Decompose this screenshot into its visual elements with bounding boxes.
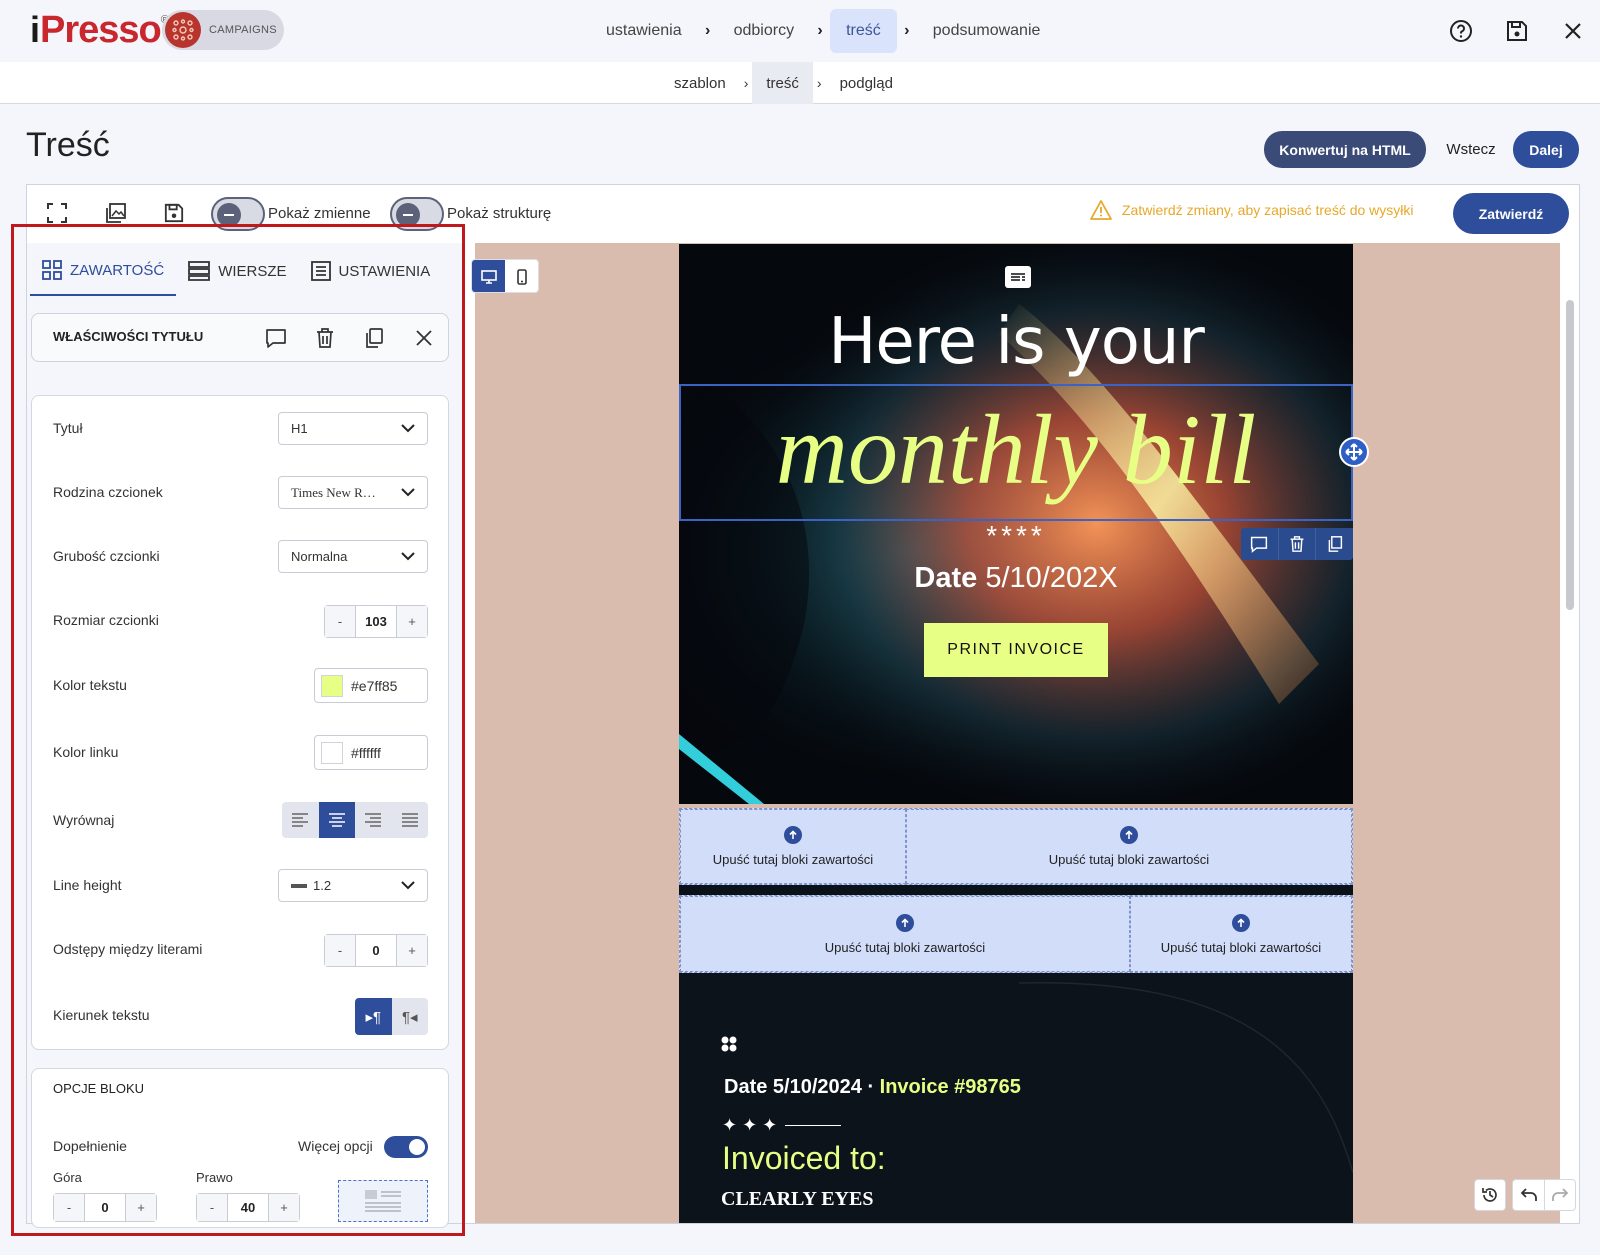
highlight-frame (11, 224, 465, 1236)
save-icon[interactable] (1504, 18, 1530, 44)
upload-arrow-icon (1232, 913, 1250, 932)
main-steps: ustawienia › odbiorcy › treść › podsumow… (590, 9, 1056, 53)
upload-arrow-icon (784, 826, 802, 844)
campaigns-badge[interactable]: CAMPAIGNS (162, 10, 284, 50)
drop-zone[interactable]: Upuść tutaj bloki zawartości (680, 896, 1130, 972)
image-gallery-icon[interactable] (103, 200, 129, 226)
convert-html-button[interactable]: Konwertuj na HTML (1264, 131, 1426, 168)
back-button[interactable]: Wstecz (1440, 131, 1502, 168)
upload-arrow-icon (1120, 826, 1138, 844)
step-odbiorcy[interactable]: odbiorcy (718, 9, 810, 53)
hero-date: Date 5/10/202X (914, 562, 1118, 594)
structure-toggle-label: Pokaż strukturę (447, 205, 552, 222)
invoice-date: Date 5/10/2024 · Invoice #98765 (724, 1076, 1021, 1098)
drop-row-1: Upuść tutaj bloki zawartości Upuść tutaj… (679, 808, 1353, 885)
warning-text: Zatwierdź zmiany, aby zapisać treść do w… (1122, 202, 1414, 218)
hero-line-2[interactable]: monthly bill (679, 390, 1353, 510)
divider-line (785, 1125, 842, 1126)
help-icon[interactable] (1448, 18, 1474, 44)
substep-podglad[interactable]: podgląd (826, 62, 907, 104)
substep-tresc[interactable]: treść (752, 62, 813, 104)
drop-row-2: Upuść tutaj bloki zawartości Upuść tutaj… (679, 895, 1353, 973)
unsaved-warning: Zatwierdź zmiany, aby zapisać treść do w… (1090, 200, 1414, 220)
chevron-right-icon: › (904, 22, 910, 39)
history-icon[interactable] (1474, 1179, 1506, 1211)
hero-line-1[interactable]: Here is your (679, 305, 1353, 379)
heading-block-icon (1005, 266, 1031, 288)
step-podsumowanie[interactable]: podsumowanie (917, 9, 1057, 53)
company-name: CLEARLY EYES (721, 1188, 874, 1210)
drop-zone[interactable]: Upuść tutaj bloki zawartości (906, 809, 1352, 884)
chevron-right-icon: › (704, 22, 711, 39)
fullscreen-icon[interactable] (44, 200, 70, 226)
print-invoice-button[interactable]: PRINT INVOICE (924, 623, 1108, 677)
undo-icon[interactable] (1512, 1179, 1544, 1211)
redo-icon[interactable] (1544, 1179, 1576, 1211)
chevron-right-icon: › (743, 75, 749, 91)
desktop-icon[interactable] (472, 260, 505, 292)
step-ustawienia[interactable]: ustawienia (590, 9, 698, 53)
drop-zone[interactable]: Upuść tutaj bloki zawartości (680, 809, 906, 884)
top-actions (1448, 18, 1586, 44)
next-button[interactable]: Dalej (1513, 131, 1579, 168)
campaigns-icon (165, 12, 201, 48)
hero-stars: **** (986, 520, 1046, 551)
logo-dots-icon (720, 1035, 738, 1053)
confirm-button[interactable]: Zatwierdź (1453, 193, 1569, 234)
row-separator (679, 885, 1353, 895)
device-preview-toggle (471, 259, 539, 293)
sub-steps: szablon › treść › podgląd (660, 62, 907, 104)
chevron-right-icon: › (816, 75, 822, 91)
invoice-number: Invoice #98765 (879, 1076, 1021, 1098)
substep-szablon[interactable]: szablon (660, 62, 740, 104)
move-handle-icon[interactable] (1339, 437, 1369, 467)
canvas-scrollbar[interactable] (1566, 300, 1574, 610)
drop-zone[interactable]: Upuść tutaj bloki zawartości (1130, 896, 1352, 972)
upload-arrow-icon (896, 913, 914, 932)
variables-toggle-label: Pokaż zmienne (268, 205, 371, 222)
warning-icon (1090, 200, 1112, 220)
step-tresc[interactable]: treść (830, 9, 897, 53)
save-template-icon[interactable] (161, 200, 187, 226)
mobile-icon[interactable] (505, 260, 538, 292)
invoice-stars: ✦ ✦ ✦ (722, 1115, 842, 1136)
close-icon[interactable] (1560, 18, 1586, 44)
page-title: Treść (26, 126, 110, 164)
history-controls (1474, 1179, 1576, 1211)
chevron-right-icon: › (817, 22, 823, 39)
ipresso-logo[interactable]: i Presso ® (30, 8, 169, 52)
invoiced-to-heading: Invoiced to: (722, 1140, 886, 1176)
